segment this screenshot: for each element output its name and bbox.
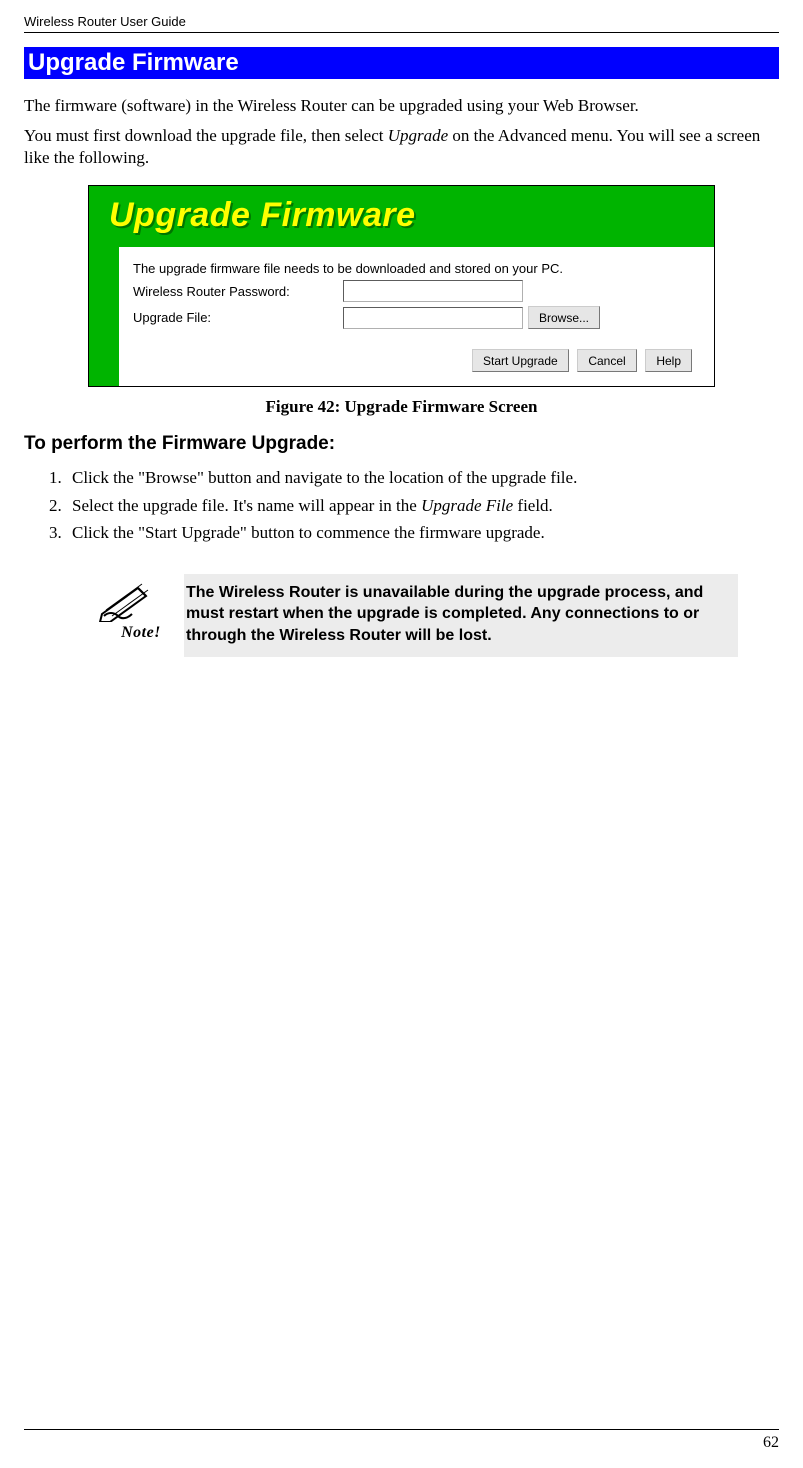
- intro-paragraph-2: You must first download the upgrade file…: [24, 125, 779, 169]
- para2-italic: Upgrade: [388, 126, 448, 145]
- figure-caption: Figure 42: Upgrade Firmware Screen: [24, 397, 779, 417]
- page-footer: 62: [24, 1429, 779, 1452]
- help-button[interactable]: Help: [645, 349, 692, 372]
- note-block: Note! The Wireless Router is unavailable…: [98, 574, 738, 657]
- note-text-wrap: The Wireless Router is unavailable durin…: [184, 574, 738, 657]
- step-2-a: Select the upgrade file. It's name will …: [72, 496, 421, 515]
- subheading: To perform the Firmware Upgrade:: [24, 433, 779, 455]
- header-rule: [24, 32, 779, 33]
- footer-rule: [24, 1429, 779, 1430]
- start-upgrade-button[interactable]: Start Upgrade: [472, 349, 569, 372]
- section-title: Upgrade Firmware: [24, 47, 779, 79]
- screenshot-body: The upgrade firmware file needs to be do…: [89, 247, 714, 386]
- step-2-italic: Upgrade File: [421, 496, 513, 515]
- intro-paragraph-1: The firmware (software) in the Wireless …: [24, 95, 779, 117]
- screenshot-instruction: The upgrade firmware file needs to be do…: [133, 261, 563, 276]
- steps-list: Click the "Browse" button and navigate t…: [24, 465, 779, 546]
- page-number: 62: [24, 1434, 779, 1452]
- doc-header: Wireless Router User Guide: [24, 14, 779, 29]
- para2-part-a: You must first download the upgrade file…: [24, 126, 388, 145]
- password-input[interactable]: [343, 280, 523, 302]
- screenshot-banner: Upgrade Firmware: [89, 186, 714, 247]
- screenshot-left-stripe: [89, 247, 119, 386]
- step-2: Select the upgrade file. It's name will …: [66, 493, 779, 519]
- step-1: Click the "Browse" button and navigate t…: [66, 465, 779, 491]
- firmware-screenshot: Upgrade Firmware The upgrade firmware fi…: [88, 185, 715, 387]
- step-3: Click the "Start Upgrade" button to comm…: [66, 520, 779, 546]
- step-2-b: field.: [513, 496, 553, 515]
- pencil-icon: [98, 582, 154, 622]
- note-label: Note!: [98, 624, 184, 642]
- screenshot-content: The upgrade firmware file needs to be do…: [119, 247, 714, 386]
- upgrade-file-label: Upgrade File:: [133, 310, 343, 325]
- note-text: The Wireless Router is unavailable durin…: [186, 582, 720, 647]
- screenshot-button-row: Start Upgrade Cancel Help: [133, 349, 700, 372]
- screenshot-banner-title: Upgrade Firmware: [109, 196, 416, 234]
- upgrade-file-input[interactable]: [343, 307, 523, 329]
- note-icon-wrap: Note!: [98, 574, 184, 657]
- password-label: Wireless Router Password:: [133, 284, 343, 299]
- cancel-button[interactable]: Cancel: [577, 349, 636, 372]
- browse-button[interactable]: Browse...: [528, 306, 600, 329]
